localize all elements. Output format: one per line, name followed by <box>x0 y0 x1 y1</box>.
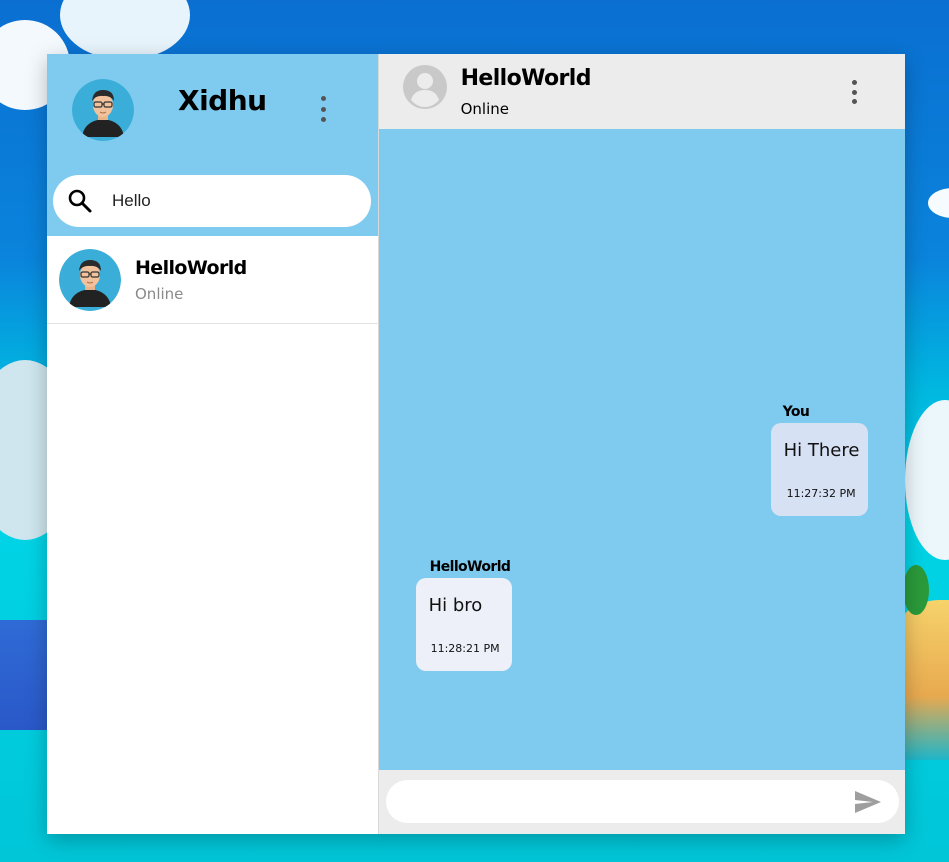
search-box[interactable] <box>53 175 371 227</box>
list-item[interactable]: HelloWorld Online <box>47 236 378 324</box>
menu-dot <box>320 96 326 101</box>
message-text: Hi There <box>783 440 860 461</box>
chat-panel: HelloWorld Online You Hi There 11:27:32 … <box>378 54 905 834</box>
message-sender: HelloWorld <box>429 559 511 575</box>
cloud-decoration <box>905 400 949 560</box>
contact-status: Online <box>135 284 184 303</box>
message-bubble-received: Hi bro 11:28:21 PM <box>415 578 512 671</box>
message-input[interactable] <box>385 780 899 823</box>
send-icon[interactable] <box>853 789 883 815</box>
message-text: Hi bro <box>428 595 483 616</box>
menu-dot <box>852 80 858 85</box>
user-avatar-icon <box>59 248 121 311</box>
menu-dot <box>320 117 326 122</box>
contact-list: HelloWorld Online <box>47 236 378 834</box>
chat-contact-status: Online <box>460 100 509 118</box>
cloud-decoration <box>60 0 190 60</box>
user-avatar-icon[interactable] <box>72 79 134 141</box>
message-list: You Hi There 11:27:32 PM HelloWorld Hi b… <box>378 129 905 770</box>
menu-dot <box>852 99 858 104</box>
menu-dot <box>852 89 858 95</box>
message-time: 11:28:21 PM <box>430 642 500 655</box>
message-sender: You <box>782 404 810 420</box>
cloud-decoration <box>928 188 949 218</box>
message-time: 11:27:32 PM <box>786 487 856 500</box>
search-input[interactable] <box>110 190 334 212</box>
account-circle-icon[interactable] <box>402 64 448 110</box>
leaf-decoration <box>903 565 929 615</box>
sidebar: Xidhu Hello HelloWorld Online <box>47 54 379 834</box>
message-bubble-sent: Hi There 11:27:32 PM <box>770 423 868 516</box>
search-icon[interactable] <box>66 187 94 215</box>
contact-text: HelloWorld Online <box>135 257 247 303</box>
chat-app-window: Xidhu Hello HelloWorld Online HelloWorld… <box>47 54 905 834</box>
sidebar-header: Xidhu <box>47 54 378 236</box>
contact-name: HelloWorld <box>135 256 247 279</box>
menu-dot <box>320 106 326 112</box>
chat-contact-name: HelloWorld <box>460 66 592 91</box>
more-vertical-icon[interactable] <box>313 96 333 122</box>
chat-header: HelloWorld Online <box>378 54 905 129</box>
more-vertical-icon[interactable] <box>845 80 865 104</box>
profile-name: Xidhu <box>178 84 267 117</box>
message-composer <box>378 770 905 834</box>
